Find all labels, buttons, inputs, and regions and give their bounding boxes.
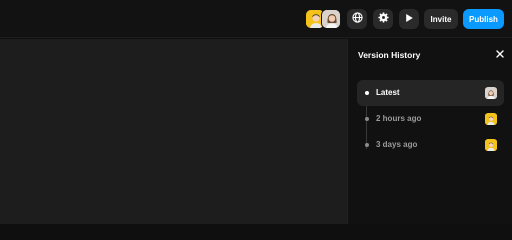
gear-icon	[377, 10, 389, 28]
version-label: Latest	[376, 88, 400, 97]
panel-title: Version History	[358, 50, 421, 60]
top-toolbar: Invite Publish	[0, 0, 512, 38]
timeline-dot	[365, 91, 369, 95]
play-icon	[404, 10, 414, 28]
invite-button[interactable]: Invite	[424, 9, 458, 29]
version-label: 3 days ago	[376, 140, 418, 149]
globe-icon	[351, 10, 363, 28]
version-item-3-days-ago[interactable]: 3 days ago	[357, 132, 504, 158]
version-author-avatar	[485, 139, 497, 151]
version-item-2-hours-ago[interactable]: 2 hours ago	[357, 106, 504, 132]
publish-button[interactable]: Publish	[463, 9, 504, 29]
version-item-latest[interactable]: Latest	[357, 80, 504, 106]
settings-button[interactable]	[373, 9, 393, 29]
version-label: 2 hours ago	[376, 114, 422, 123]
version-author-avatar	[485, 87, 497, 99]
close-icon	[496, 45, 504, 63]
collaborator-avatar-female[interactable]	[321, 9, 341, 29]
version-history-panel: Version History Latest 2 hours ago 3 day…	[347, 39, 512, 224]
version-author-avatar	[485, 113, 497, 125]
design-canvas[interactable]	[0, 39, 347, 224]
collaborator-avatars[interactable]	[305, 9, 341, 29]
preview-button[interactable]	[399, 9, 419, 29]
timeline-dot	[365, 117, 369, 121]
language-button[interactable]	[347, 9, 367, 29]
close-panel-button[interactable]	[494, 48, 506, 60]
timeline-dot	[365, 143, 369, 147]
